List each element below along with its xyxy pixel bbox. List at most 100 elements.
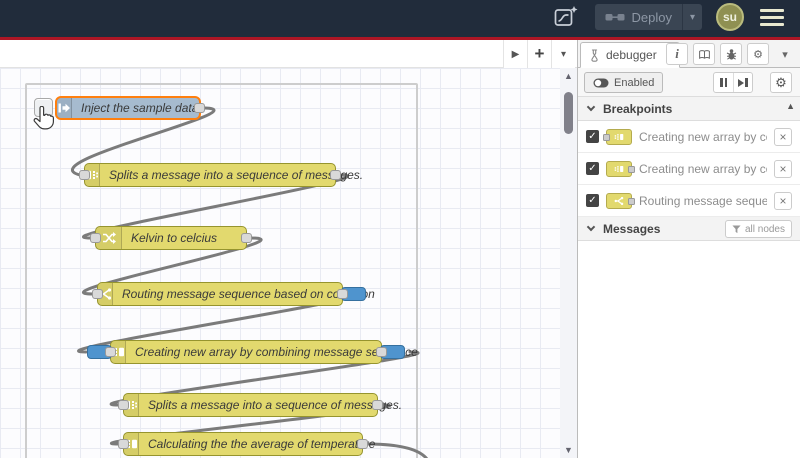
gear-icon: ⚙ — [775, 74, 787, 90]
chevron-down-icon: ▾ — [782, 48, 788, 61]
debugger-enabled-toggle[interactable]: Enabled — [584, 72, 664, 93]
flow-node-join[interactable]: Creating new array by combining message … — [87, 340, 418, 364]
mini-switch-node-icon — [606, 192, 635, 209]
workspace-area: ▶ + ▾ Inject the sample data Splits a me… — [0, 40, 577, 458]
flow-node-join-2[interactable]: Calculating the the average of temperatu… — [118, 432, 375, 456]
step-button[interactable] — [733, 73, 752, 92]
output-port[interactable] — [372, 400, 383, 410]
sidebar-minitabs: i ⚙ ▾ — [666, 43, 796, 65]
app-window: Deploy ▾ su ▶ + ▾ Inject the sample data… — [0, 0, 800, 458]
debugger-step-controls — [713, 72, 753, 93]
breakpoint-label: Creating new array by combining message … — [639, 129, 767, 144]
breakpoint-row[interactable]: ✓ Creating new array by combining messag… — [578, 153, 800, 185]
flow-tab-bar: ▶ + ▾ — [0, 40, 577, 68]
mini-input-port — [603, 133, 610, 141]
input-port[interactable] — [105, 347, 116, 357]
deploy-options-caret[interactable]: ▾ — [681, 4, 702, 30]
breakpoint-label: Creating new array by combining message … — [639, 161, 767, 176]
flow-canvas[interactable]: Inject the sample data Splits a message … — [0, 68, 577, 458]
plus-icon: + — [534, 44, 545, 63]
pause-button[interactable] — [714, 73, 733, 92]
filter-label: all nodes — [744, 223, 785, 235]
message-filter-button[interactable]: all nodes — [724, 220, 792, 238]
input-port[interactable] — [90, 233, 101, 243]
user-avatar[interactable]: su — [716, 3, 744, 31]
tab-debug-messages[interactable] — [720, 43, 742, 65]
deploy-node-icon — [605, 14, 624, 21]
output-port[interactable] — [376, 347, 387, 357]
canvas-vertical-scrollbar[interactable]: ▲ ▼ — [560, 68, 577, 458]
messages-section-header[interactable]: Messages all nodes — [578, 217, 800, 241]
inject-trigger-button[interactable] — [34, 98, 53, 117]
breakpoint-checkbox[interactable]: ✓ — [586, 162, 599, 175]
input-port[interactable] — [92, 289, 103, 299]
messages-title: Messages — [603, 221, 661, 236]
breakpoint-row[interactable]: ✓ Routing message sequence based on cond… — [578, 185, 800, 217]
deploy-main[interactable]: Deploy — [595, 10, 682, 25]
bug-icon — [726, 49, 736, 60]
node-label: Kelvin to celcius — [131, 231, 218, 245]
sidebar: debugger i ⚙ ▾ Enabled ⚙ ▲ Breakpoints ✓… — [577, 40, 800, 458]
toggle-icon — [593, 78, 609, 87]
chevron-down-icon: ▾ — [560, 48, 567, 60]
main-menu-button[interactable] — [758, 6, 786, 29]
ai-assistant-button[interactable] — [551, 2, 581, 32]
flow-node-split-2[interactable]: Splits a message into a sequence of mess… — [118, 393, 402, 417]
funnel-icon — [732, 224, 741, 233]
breakpoint-label: Routing message sequence based on condit… — [639, 193, 767, 208]
step-icon — [738, 78, 748, 87]
add-flow-button[interactable]: + — [527, 40, 551, 68]
node-label: Calculating the the average of temperatu… — [148, 437, 376, 451]
input-port[interactable] — [79, 170, 90, 180]
node-label: Splits a message into a sequence of mess… — [148, 398, 403, 412]
flow-node-switch[interactable]: Routing message sequence based on condit… — [92, 282, 375, 306]
mini-output-port — [628, 197, 635, 205]
gear-icon: ⚙ — [753, 48, 763, 61]
sidebar-tab-bar: debugger i ⚙ ▾ — [578, 40, 800, 68]
breakpoint-checkbox[interactable]: ✓ — [586, 130, 599, 143]
mini-join-node-icon — [606, 160, 635, 177]
output-port[interactable] — [241, 233, 252, 243]
enabled-label: Enabled — [614, 76, 655, 89]
next-tab-button[interactable]: ▶ — [503, 40, 527, 68]
debugger-toolbar: Enabled ⚙ — [578, 68, 800, 97]
tab-info[interactable]: i — [666, 43, 688, 65]
breakpoint-row[interactable]: ✓ Creating new array by combining messag… — [578, 121, 800, 153]
breakpoint-checkbox[interactable]: ✓ — [586, 194, 599, 207]
deploy-button[interactable]: Deploy ▾ — [594, 4, 702, 30]
deploy-label: Deploy — [631, 9, 672, 25]
info-icon: i — [675, 46, 679, 61]
flow-node-change[interactable]: Kelvin to celcius — [90, 226, 252, 250]
flow-list-button[interactable]: ▾ — [551, 40, 575, 68]
hamburger-icon — [760, 22, 784, 26]
breakpoints-title: Breakpoints — [603, 101, 673, 116]
book-icon — [698, 49, 710, 59]
tab-config-nodes[interactable]: ⚙ — [747, 43, 769, 65]
sidebar-scroll-up-arrow[interactable]: ▲ — [786, 101, 795, 111]
flow-node-split-1[interactable]: Splits a message into a sequence of mess… — [79, 163, 363, 187]
flow-node-inject[interactable]: Inject the sample data — [55, 96, 205, 120]
flask-icon — [591, 48, 598, 62]
output-port[interactable] — [194, 103, 205, 113]
sidebar-tab-list-button[interactable]: ▾ — [774, 43, 796, 65]
scroll-down-arrow[interactable]: ▼ — [560, 445, 577, 455]
input-port[interactable] — [118, 400, 129, 410]
play-icon: ▶ — [511, 48, 520, 60]
tab-help[interactable] — [693, 43, 715, 65]
remove-breakpoint-button[interactable]: × — [774, 191, 792, 210]
chevron-down-icon — [586, 222, 596, 232]
input-port[interactable] — [118, 439, 129, 449]
tab-debugger[interactable]: debugger — [580, 42, 680, 68]
output-port[interactable] — [330, 170, 341, 180]
debugger-settings-button[interactable]: ⚙ — [770, 72, 792, 93]
breakpoints-section-header[interactable]: Breakpoints — [578, 97, 800, 121]
remove-breakpoint-button[interactable]: × — [774, 127, 792, 146]
chevron-down-icon: ▾ — [689, 11, 695, 23]
hamburger-icon — [760, 8, 784, 12]
scroll-up-arrow[interactable]: ▲ — [560, 71, 577, 81]
main-area: ▶ + ▾ Inject the sample data Splits a me… — [0, 40, 800, 458]
remove-breakpoint-button[interactable]: × — [774, 159, 792, 178]
output-port[interactable] — [337, 289, 348, 299]
scrollbar-thumb[interactable] — [564, 92, 573, 134]
output-port[interactable] — [357, 439, 368, 449]
